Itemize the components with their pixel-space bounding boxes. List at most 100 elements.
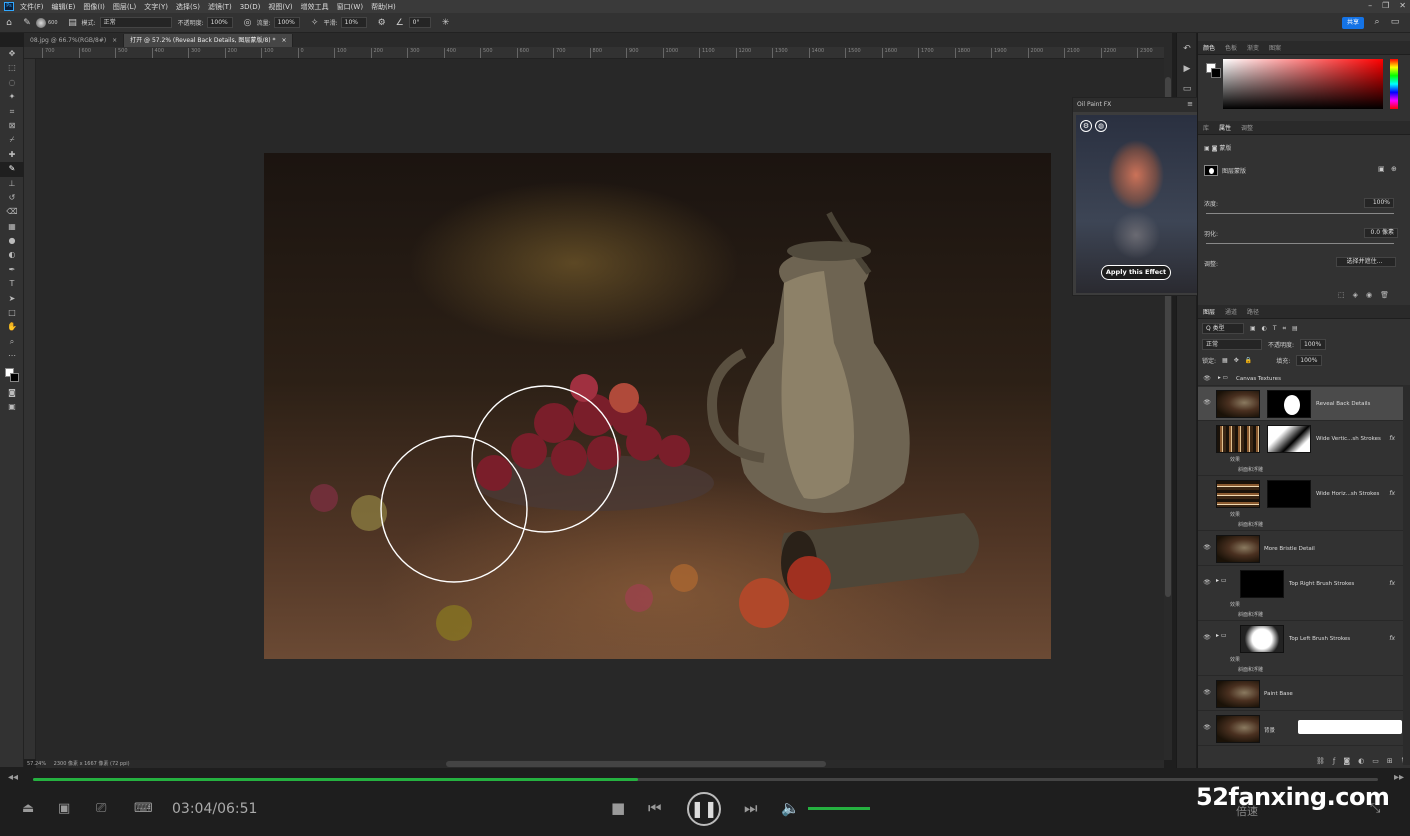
layer-mask-thumbnail[interactable] (1240, 625, 1284, 653)
marquee-tool-icon[interactable]: ⬚ (0, 61, 24, 75)
tab-color[interactable]: 颜色 (1198, 43, 1220, 52)
layer-mask-thumbnail[interactable] (1267, 425, 1311, 453)
lock-position-icon[interactable]: ✥ (1234, 357, 1239, 364)
close-tab-icon[interactable]: × (112, 37, 117, 44)
lasso-tool-icon[interactable]: ◌ (0, 76, 24, 90)
playlist-icon[interactable]: ▣ (58, 801, 70, 816)
tab-paths[interactable]: 路径 (1242, 307, 1264, 316)
fx-badge[interactable]: fx (1389, 435, 1395, 442)
default-colors-icon[interactable] (0, 364, 24, 386)
visibility-eye-icon[interactable]: 👁 (1203, 689, 1211, 696)
delete-icon[interactable]: 🗑 (1380, 291, 1389, 299)
stop-icon[interactable]: ■ (611, 799, 625, 817)
smoothing-options-icon[interactable]: ⚙ (377, 18, 387, 28)
fill-field[interactable]: 100% (1296, 355, 1323, 366)
load-selection-icon[interactable]: ⬚ (1338, 291, 1345, 299)
move-tool-icon[interactable]: ✥ (0, 47, 24, 61)
menu-type[interactable]: 文字(Y) (144, 2, 168, 12)
apply-mask-icon[interactable]: ▣ (1378, 165, 1385, 173)
fast-forward-icon[interactable]: ▸▸ (1394, 772, 1404, 783)
angle-field[interactable]: 0° (408, 17, 431, 28)
adjustment-layer-icon[interactable]: ◐ (1358, 757, 1364, 765)
actions-panel-icon[interactable]: ▶ (1177, 59, 1197, 79)
airbrush-icon[interactable]: ✧ (310, 18, 320, 28)
screen-mode-icon[interactable]: ▣ (0, 400, 24, 414)
artwork-still-life[interactable] (264, 153, 1051, 659)
filter-adjust-icon[interactable]: ◐ (1262, 325, 1267, 332)
layer-mask-thumbnail[interactable] (1267, 480, 1311, 508)
next-icon[interactable]: ⏭ (744, 799, 758, 817)
document-info[interactable]: 2300 像素 x 1667 像素 (72 ppi) (54, 761, 130, 767)
ime-toolbar[interactable] (1298, 720, 1402, 734)
layer-background[interactable]: 👁 背景 (1198, 712, 1403, 746)
zoom-level[interactable]: 57.24% (27, 761, 46, 767)
rectangle-tool-icon[interactable]: □ (0, 306, 24, 320)
new-group-icon[interactable]: ▭ (1372, 757, 1379, 765)
fx-badge[interactable]: fx (1389, 490, 1395, 497)
subtitle-icon[interactable]: ⌨ (134, 801, 153, 816)
frame-tool-icon[interactable]: ⊠ (0, 119, 24, 133)
visibility-eye-icon[interactable]: 👁 (1203, 399, 1211, 406)
clone-stamp-icon[interactable]: ⊥ (0, 177, 24, 191)
tab-properties[interactable]: 属性 (1214, 123, 1236, 132)
pen-tool-icon[interactable]: ✒ (0, 263, 24, 277)
screen-capture-icon[interactable]: ⎚ (96, 801, 106, 816)
new-layer-icon[interactable]: ⊞ (1387, 757, 1393, 765)
mode-select[interactable]: 正常 (99, 17, 172, 28)
density-slider[interactable] (1206, 213, 1394, 214)
color-picker-field[interactable] (1223, 59, 1383, 109)
tab-libraries[interactable]: 库 (1198, 123, 1214, 132)
add-style-icon[interactable]: ƒ (1333, 757, 1335, 765)
apply-effect-button[interactable]: Apply this Effect (1101, 265, 1171, 280)
menu-plugins[interactable]: 增效工具 (301, 2, 329, 12)
bevel-emboss-effect[interactable]: 斜面和浮雕 (1238, 611, 1263, 618)
minimize-icon[interactable]: – (1368, 1, 1372, 10)
fx-badge[interactable]: fx (1389, 635, 1395, 642)
eject-icon[interactable]: ⏏ (22, 801, 34, 816)
layer-wide-vertical-strokes[interactable]: Wide Vertic...sh Strokes fx 效果 斜面和浮雕 (1198, 422, 1403, 476)
lock-all-icon[interactable]: 🔒 (1245, 357, 1252, 364)
layer-filter-select[interactable]: Q 类型 (1202, 323, 1244, 334)
brush-preset-picker[interactable]: 600 (36, 17, 58, 28)
previous-icon[interactable]: ⏮ (648, 799, 662, 817)
close-tab-icon[interactable]: × (281, 37, 286, 44)
fx-badge[interactable]: fx (1389, 580, 1395, 587)
bevel-emboss-effect[interactable]: 斜面和浮雕 (1238, 521, 1263, 528)
quick-mask-icon[interactable]: ◙ (0, 386, 24, 400)
path-selection-icon[interactable]: ➤ (0, 292, 24, 306)
flow-field[interactable]: 100% (273, 17, 300, 28)
pressure-opacity-icon[interactable]: ◎ (243, 18, 253, 28)
home-icon[interactable]: ⌂ (4, 18, 14, 28)
rewind-icon[interactable]: ◂◂ (8, 772, 18, 783)
apply-icon[interactable]: ◈ (1353, 291, 1358, 299)
close-icon[interactable]: ✕ (1399, 1, 1406, 10)
tab-adjustments[interactable]: 调整 (1236, 123, 1258, 132)
workspace-icon[interactable]: ▭ (1390, 17, 1400, 27)
menu-file[interactable]: 文件(F) (20, 2, 44, 12)
add-mask-icon[interactable]: ◙ (1343, 757, 1350, 765)
layer-paint-base[interactable]: 👁 Paint Base (1198, 677, 1403, 711)
tab-channels[interactable]: 通道 (1220, 307, 1242, 316)
volume-icon[interactable]: 🔈 (781, 799, 800, 817)
lock-pixels-icon[interactable]: ▦ (1222, 357, 1228, 364)
tab-swatches[interactable]: 色板 (1220, 43, 1242, 52)
blend-mode-select[interactable]: 正常 (1202, 339, 1262, 350)
menu-select[interactable]: 选择(S) (176, 2, 200, 12)
menu-view[interactable]: 视图(V) (268, 2, 292, 12)
feather-field[interactable]: 0.0 像素 (1364, 228, 1398, 238)
brush-tool-icon[interactable]: ✎ (22, 18, 32, 28)
visibility-eye-icon[interactable]: 👁 (1203, 724, 1211, 731)
brush-settings-icon[interactable]: ▤ (68, 18, 78, 28)
type-tool-icon[interactable]: T (0, 277, 24, 291)
eraser-icon[interactable]: ⌫ (0, 205, 24, 219)
menu-image[interactable]: 图像(I) (83, 2, 105, 12)
volume-slider[interactable] (808, 807, 870, 810)
density-field[interactable]: 100% (1364, 198, 1394, 208)
menu-edit[interactable]: 编辑(E) (52, 2, 76, 12)
visibility-eye-icon[interactable]: 👁 (1203, 579, 1211, 586)
layer-opacity-field[interactable]: 100% (1300, 339, 1327, 350)
crop-tool-icon[interactable]: ⌗ (0, 105, 24, 119)
smooth-field[interactable]: 10% (340, 17, 367, 28)
layers-scrollbar[interactable] (1403, 385, 1410, 765)
healing-brush-icon[interactable]: ✚ (0, 148, 24, 162)
